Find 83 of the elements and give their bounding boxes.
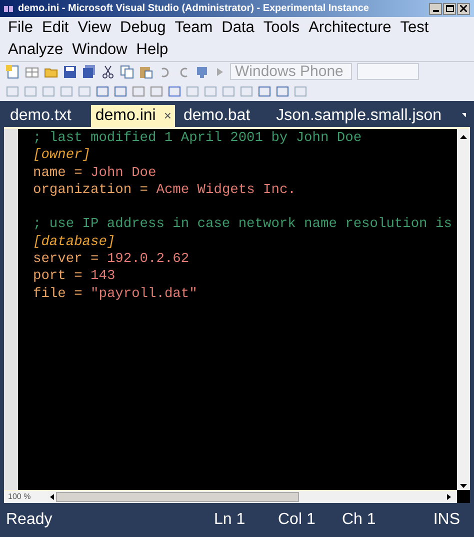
- file-tab[interactable]: demo.ini ×: [91, 105, 176, 127]
- file-tab[interactable]: demo.bat: [177, 105, 256, 127]
- insert-mode-indicator: INS: [433, 510, 460, 530]
- menu-item[interactable]: Debug: [120, 16, 166, 40]
- scrollbar-corner: [457, 490, 470, 503]
- setting-value: Acme Widgets Inc.: [156, 182, 296, 198]
- section-header: [database]: [33, 234, 116, 250]
- menu-item[interactable]: View: [78, 16, 112, 40]
- toolbar-button-icon[interactable]: [240, 84, 253, 98]
- setting-value: "payroll.dat": [90, 286, 198, 302]
- menu-item[interactable]: Analyze: [8, 38, 64, 62]
- maximize-button[interactable]: [443, 2, 456, 14]
- cut-icon[interactable]: [101, 64, 115, 78]
- toolbar-button-icon[interactable]: [186, 84, 199, 98]
- grid-icon[interactable]: [25, 64, 39, 78]
- menu-item[interactable]: Data: [222, 16, 254, 40]
- equals-sign: =: [90, 252, 100, 268]
- dropdown-icon[interactable]: [462, 113, 466, 117]
- setting-key: name: [33, 166, 66, 181]
- toolbar-button-icon[interactable]: [276, 84, 289, 98]
- toolbar-button-icon[interactable]: [132, 84, 145, 98]
- setting-value: 192.0.2.62: [106, 252, 190, 268]
- toolbar-button-icon[interactable]: [6, 84, 19, 98]
- menu-item[interactable]: Help: [136, 38, 168, 62]
- navigate-icon[interactable]: [196, 64, 210, 78]
- scroll-left-icon[interactable]: [48, 492, 56, 500]
- toolbar-button-icon[interactable]: [78, 84, 91, 98]
- toolbar-button-icon[interactable]: [222, 84, 235, 98]
- minimize-icon: [432, 10, 438, 12]
- file-tab[interactable]: demo.txt: [4, 105, 78, 127]
- close-button[interactable]: [457, 2, 470, 14]
- scroll-right-icon[interactable]: [445, 492, 453, 500]
- char-indicator: Ch 1: [342, 510, 377, 530]
- save-icon[interactable]: [63, 64, 77, 78]
- setting-key: file: [33, 286, 66, 302]
- toolbar-button-icon[interactable]: [204, 84, 217, 98]
- close-icon: [460, 5, 467, 12]
- toolbar-button-icon[interactable]: [60, 84, 73, 98]
- equals-sign: =: [73, 166, 84, 181]
- app-icon: [4, 4, 14, 12]
- status-message: Ready: [6, 510, 54, 530]
- toolbar-button-icon[interactable]: [42, 84, 55, 98]
- menu-item[interactable]: Edit: [42, 16, 69, 40]
- setting-key: port: [33, 269, 66, 284]
- scroll-thumb[interactable]: [56, 492, 299, 502]
- line-indicator: Ln 1: [214, 510, 246, 530]
- menu-item[interactable]: Team: [174, 16, 213, 40]
- minimize-button[interactable]: [429, 2, 442, 14]
- setting-key: organization: [33, 182, 132, 198]
- tab-close-button[interactable]: ×: [164, 106, 172, 126]
- toolbar-button-icon[interactable]: [168, 84, 181, 98]
- menu-item[interactable]: File: [8, 16, 33, 40]
- code-comment: ; use IP address in case network name resolution is: [33, 217, 452, 232]
- setting-value: 143: [90, 269, 116, 284]
- code-comment: ; last modified 1 April 2001 by John Doe: [33, 131, 362, 146]
- menu-item[interactable]: Test: [400, 16, 429, 40]
- section-header: [owner]: [33, 148, 90, 164]
- vertical-scrollbar[interactable]: [457, 129, 470, 490]
- toolbar-button-icon[interactable]: [150, 84, 163, 98]
- equals-sign: =: [138, 182, 150, 198]
- setting-key: server: [33, 252, 82, 268]
- paste-icon[interactable]: [139, 64, 153, 78]
- column-indicator: Col 1: [278, 510, 316, 530]
- window-title: demo.ini - Microsoft Visual Studio (Administrator) - Experimental Instance: [18, 2, 370, 16]
- new-project-icon[interactable]: [6, 64, 20, 78]
- toolbar-button-icon[interactable]: [24, 84, 37, 98]
- toolbar-button-icon[interactable]: [294, 84, 307, 98]
- toolbar-button-icon[interactable]: [114, 84, 127, 98]
- maximize-icon: [446, 5, 454, 12]
- toolbar-button-icon[interactable]: [96, 84, 109, 98]
- copy-icon[interactable]: [120, 64, 134, 78]
- scroll-down-icon[interactable]: [460, 482, 467, 490]
- menu-item[interactable]: Tools: [263, 16, 300, 40]
- equals-sign: =: [73, 269, 84, 284]
- save-all-icon[interactable]: [82, 64, 96, 78]
- file-tab[interactable]: Json.sample.small.json: [270, 105, 448, 127]
- zoom-dropdown[interactable]: 100 %: [4, 490, 48, 502]
- toolbar-button-icon[interactable]: [258, 84, 271, 98]
- horizontal-scrollbar[interactable]: [48, 490, 457, 502]
- setting-value: John Doe: [90, 166, 156, 181]
- menu-item[interactable]: Window: [72, 38, 128, 62]
- equals-sign: =: [73, 286, 84, 302]
- menu-item[interactable]: Architecture: [308, 16, 392, 40]
